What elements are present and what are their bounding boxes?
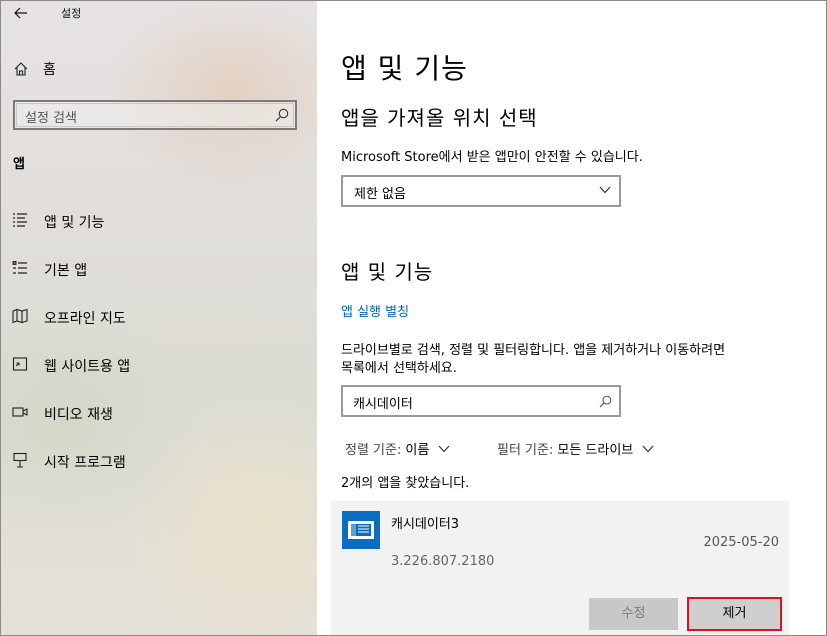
install-source-description: Microsoft Store에서 받은 앱만이 안전할 수 있습니다. bbox=[341, 150, 643, 165]
chevron-down-icon bbox=[438, 445, 450, 452]
search-icon[interactable] bbox=[599, 395, 612, 408]
back-arrow-icon bbox=[14, 7, 27, 19]
app-search-input[interactable]: 캐시데이터 bbox=[341, 385, 621, 417]
filter-label: 필터 기준: bbox=[497, 443, 554, 458]
app-search-value: 캐시데이터 bbox=[353, 397, 413, 412]
dropdown-value: 제한 없음 bbox=[354, 187, 406, 202]
uninstall-button[interactable]: 제거 bbox=[687, 597, 782, 631]
apps-description-line2: 목록에서 선택하세요. bbox=[341, 361, 457, 376]
sort-value: 이름 bbox=[405, 443, 430, 458]
apps-features-heading: 앱 및 기능 bbox=[341, 260, 434, 284]
modify-button[interactable]: 수정 bbox=[589, 598, 678, 630]
sidebar-item-label: 시작 프로그램 bbox=[44, 455, 126, 471]
app-icon bbox=[342, 511, 380, 549]
sort-dropdown[interactable]: 정렬 기준: 이름 bbox=[345, 439, 450, 458]
apps-for-websites-icon bbox=[12, 357, 28, 371]
section-title-apps: 앱 bbox=[13, 157, 25, 172]
install-source-heading: 앱을 가져올 위치 선택 bbox=[341, 106, 538, 130]
sidebar-item-label: 오프라인 지도 bbox=[44, 311, 126, 327]
search-placeholder: 설정 검색 bbox=[25, 111, 77, 126]
apps-features-icon bbox=[13, 213, 27, 227]
result-count: 2개의 앱을 찾았습니다. bbox=[341, 476, 470, 491]
sidebar-item-startup[interactable]: 시작 프로그램 bbox=[1, 446, 317, 474]
apps-description-line1: 드라이브별로 검색, 정렬 및 필터링합니다. 앱을 제거하거나 이동하려면 bbox=[341, 343, 726, 358]
default-apps-icon bbox=[12, 261, 27, 274]
sidebar: 설정 홈 설정 검색 앱 앱 및 기능 기본 앱 오프라인 지도 웹 사이트용 … bbox=[1, 1, 317, 635]
chevron-down-icon bbox=[642, 445, 654, 452]
window-title: 설정 bbox=[61, 7, 82, 20]
filter-dropdown[interactable]: 필터 기준: 모든 드라이브 bbox=[497, 439, 654, 458]
main-content: 앱 및 기능 앱을 가져올 위치 선택 Microsoft Store에서 받은… bbox=[317, 1, 826, 635]
sidebar-item-video-playback[interactable]: 비디오 재생 bbox=[1, 398, 317, 426]
sidebar-item-label: 기본 앱 bbox=[44, 263, 88, 279]
app-window-icon bbox=[348, 521, 374, 539]
settings-window: 설정 홈 설정 검색 앱 앱 및 기능 기본 앱 오프라인 지도 웹 사이트용 … bbox=[0, 0, 827, 636]
sidebar-item-apps-for-websites[interactable]: 웹 사이트용 앱 bbox=[1, 350, 317, 378]
app-name: 캐시데이터3 bbox=[391, 517, 460, 532]
search-icon[interactable] bbox=[275, 108, 289, 122]
sort-label: 정렬 기준: bbox=[345, 443, 402, 458]
filter-value: 모든 드라이브 bbox=[557, 443, 634, 458]
app-version: 3.226.807.2180 bbox=[391, 554, 495, 569]
sidebar-item-apps-features[interactable]: 앱 및 기능 bbox=[1, 206, 317, 234]
home-icon bbox=[14, 62, 28, 76]
sidebar-item-label: 비디오 재생 bbox=[44, 407, 113, 423]
app-execution-aliases-link[interactable]: 앱 실행 별칭 bbox=[341, 301, 409, 320]
title-bar: 설정 bbox=[1, 1, 317, 25]
offline-maps-icon bbox=[12, 308, 28, 324]
install-source-dropdown[interactable]: 제한 없음 bbox=[341, 175, 621, 207]
sidebar-item-home[interactable]: 홈 bbox=[13, 58, 56, 80]
sidebar-item-default-apps[interactable]: 기본 앱 bbox=[1, 254, 317, 282]
sidebar-item-label: 앱 및 기능 bbox=[44, 215, 105, 231]
sidebar-item-label: 웹 사이트용 앱 bbox=[44, 359, 131, 375]
startup-icon bbox=[13, 452, 27, 468]
sidebar-item-offline-maps[interactable]: 오프라인 지도 bbox=[1, 302, 317, 330]
app-install-date: 2025-05-20 bbox=[703, 535, 779, 550]
chevron-down-icon bbox=[599, 186, 611, 194]
app-list-item[interactable]: 캐시데이터3 2025-05-20 3.226.807.2180 수정 제거 bbox=[331, 501, 789, 635]
sidebar-item-label: 홈 bbox=[43, 62, 56, 78]
settings-search-input[interactable]: 설정 검색 bbox=[13, 100, 297, 130]
page-title: 앱 및 기능 bbox=[341, 52, 468, 85]
video-playback-icon bbox=[12, 407, 28, 417]
back-button[interactable] bbox=[11, 3, 31, 23]
